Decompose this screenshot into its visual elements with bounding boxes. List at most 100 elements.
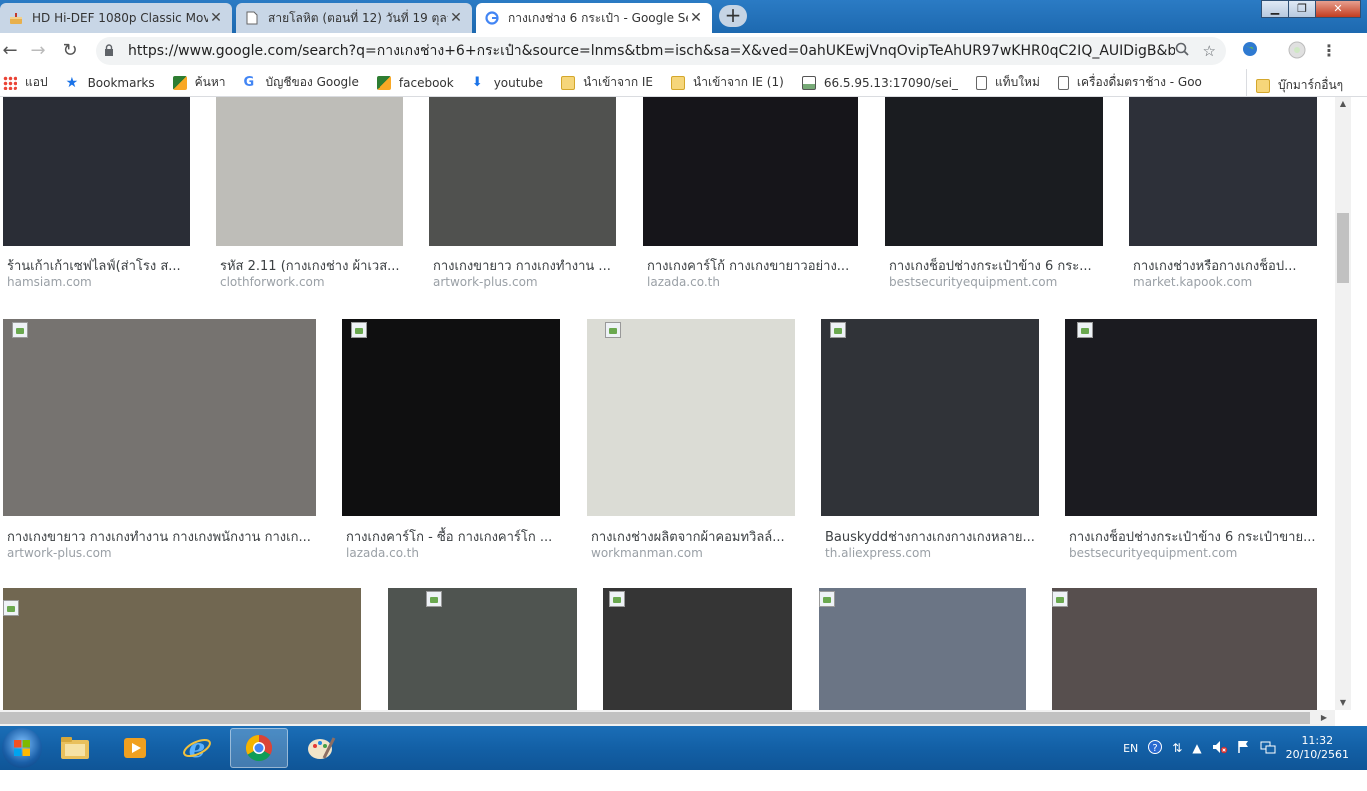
minimize-button[interactable]: ▁ xyxy=(1261,0,1289,18)
input-options-icon[interactable]: ⇅ xyxy=(1172,741,1182,755)
result-thumbnail[interactable] xyxy=(643,97,858,246)
image-result[interactable]: กางเกงคาร์โก - ซื้อ กางเกงคาร์โก ... laz… xyxy=(342,319,560,569)
result-source[interactable]: bestsecurityequipment.com xyxy=(889,275,1057,289)
volume-muted-icon[interactable] xyxy=(1212,740,1228,757)
image-result[interactable]: รหัส 2.11 (กางเกงช่าง ผ้าเวส... clothfor… xyxy=(216,97,403,297)
reload-icon[interactable]: ↻ xyxy=(60,41,80,61)
tab-sailohit[interactable]: สายโลหิต (ตอนที่ 12) วันที่ 19 ตุลาคม ✕ xyxy=(236,3,472,33)
result-thumbnail[interactable] xyxy=(1065,319,1317,516)
bookmark-bookmarks[interactable]: ★ Bookmarks xyxy=(66,76,155,90)
bookmark-facebook[interactable]: facebook xyxy=(376,75,454,90)
back-arrow-icon[interactable]: ← xyxy=(0,41,20,61)
extension-globe-icon[interactable] xyxy=(1240,41,1260,61)
language-indicator[interactable]: EN xyxy=(1123,742,1138,755)
result-source[interactable]: th.aliexpress.com xyxy=(825,546,931,560)
tab-classic-movies[interactable]: HD Hi-DEF 1080p Classic Movies ✕ xyxy=(0,3,232,33)
result-source[interactable]: market.kapook.com xyxy=(1133,275,1252,289)
image-result[interactable] xyxy=(3,588,361,710)
clock[interactable]: 11:32 20/10/2561 xyxy=(1286,734,1349,762)
taskbar-internet-explorer[interactable]: e xyxy=(168,728,226,768)
result-caption[interactable]: กางเกงช็อปช่างกระเป๋าข้าง 6 กระเป๋าขาย..… xyxy=(1069,526,1321,547)
bookmark-youtube[interactable]: ⬇ youtube xyxy=(472,75,543,90)
result-source[interactable]: artwork-plus.com xyxy=(7,546,112,560)
taskbar-media-player[interactable] xyxy=(106,728,164,768)
result-thumbnail[interactable] xyxy=(216,97,403,246)
scroll-up-arrow-icon[interactable]: ▲ xyxy=(1335,97,1351,111)
result-caption[interactable]: รหัส 2.11 (กางเกงช่าง ผ้าเวส... xyxy=(220,255,407,276)
result-caption[interactable]: กางเกงขายาว กางเกงทำงาน กางเกงพนักงาน กา… xyxy=(7,526,320,547)
result-caption[interactable]: กางเกงคาร์โก้ กางเกงขายาวอย่าง... xyxy=(647,255,862,276)
result-thumbnail[interactable] xyxy=(388,588,577,710)
image-result[interactable]: กางเกงช่างหรือกางเกงช็อป... market.kapoo… xyxy=(1129,97,1317,297)
other-bookmarks[interactable]: บุ๊กมาร์กอื่นๆ xyxy=(1256,76,1343,95)
new-tab-button[interactable]: + xyxy=(719,5,747,27)
result-source[interactable]: workmanman.com xyxy=(591,546,703,560)
result-thumbnail[interactable] xyxy=(3,319,316,516)
result-source[interactable]: lazada.co.th xyxy=(346,546,419,560)
url-text[interactable]: https://www.google.com/search?q=กางเกงช่… xyxy=(128,40,1175,62)
image-result[interactable]: กางเกงขายาว กางเกงทำงาน กางเกงพนักงาน กา… xyxy=(3,319,316,569)
scrollbar-thumb[interactable] xyxy=(0,712,1310,724)
action-center-flag-icon[interactable] xyxy=(1237,740,1250,757)
result-caption[interactable]: ร้านเก้าเก้าเซฟไลฟ์(ส่าโรง ส... xyxy=(7,255,194,276)
vertical-scrollbar[interactable]: ▲ ▼ xyxy=(1335,97,1351,710)
taskbar-paint[interactable] xyxy=(292,728,350,768)
result-source[interactable]: artwork-plus.com xyxy=(433,275,538,289)
result-caption[interactable]: กางเกงคาร์โก - ซื้อ กางเกงคาร์โก ... xyxy=(346,526,564,547)
result-caption[interactable]: กางเกงช่างหรือกางเกงช็อป... xyxy=(1133,255,1321,276)
scroll-down-arrow-icon[interactable]: ▼ xyxy=(1335,696,1351,710)
result-thumbnail[interactable] xyxy=(1052,588,1317,710)
start-button[interactable] xyxy=(2,728,42,768)
image-result[interactable]: Bauskyddช่างกางเกงกางเกงหลาย... th.aliex… xyxy=(821,319,1039,569)
result-caption[interactable]: กางเกงขายาว กางเกงทำงาน ... xyxy=(433,255,620,276)
image-result[interactable]: กางเกงคาร์โก้ กางเกงขายาวอย่าง... lazada… xyxy=(643,97,858,297)
address-bar[interactable]: https://www.google.com/search?q=กางเกงช่… xyxy=(96,37,1226,65)
image-result[interactable] xyxy=(1052,588,1317,710)
result-thumbnail[interactable] xyxy=(819,588,1026,710)
star-icon[interactable]: ☆ xyxy=(1203,42,1216,60)
image-result[interactable] xyxy=(388,588,577,710)
tab-google-search[interactable]: กางเกงช่าง 6 กระเป๋า - Google Search ✕ xyxy=(476,3,712,33)
horizontal-scrollbar[interactable]: ▶ xyxy=(0,710,1335,726)
image-result[interactable]: กางเกงขายาว กางเกงทำงาน ... artwork-plus… xyxy=(429,97,616,297)
bookmark-search[interactable]: ค้นหา xyxy=(172,73,226,92)
taskbar-explorer[interactable] xyxy=(46,728,104,768)
help-icon[interactable]: ? xyxy=(1148,739,1163,757)
bookmark-apps[interactable]: แอป xyxy=(3,73,48,92)
scroll-right-arrow-icon[interactable]: ▶ xyxy=(1317,710,1331,726)
forward-arrow-icon[interactable]: → xyxy=(28,41,48,61)
menu-kebab-icon[interactable]: ⋮ xyxy=(1319,41,1339,61)
image-result[interactable]: ร้านเก้าเก้าเซฟไลฟ์(ส่าโรง ส... hamsiam.… xyxy=(3,97,190,297)
bookmark-chang-beverage[interactable]: เครื่องดื่มตราช้าง - Goo xyxy=(1057,73,1202,92)
result-source[interactable]: lazada.co.th xyxy=(647,275,720,289)
result-thumbnail[interactable] xyxy=(821,319,1039,516)
image-result[interactable] xyxy=(819,588,1026,710)
result-thumbnail[interactable] xyxy=(3,588,361,710)
bookmark-ip-address[interactable]: 66.5.95.13:17090/sei_ xyxy=(801,75,958,90)
image-result[interactable]: กางเกงช็อปช่างกระเป๋าข้าง 6 กระ... bests… xyxy=(885,97,1103,297)
result-thumbnail[interactable] xyxy=(3,97,190,246)
bookmark-google-account[interactable]: G บัญชีของ Google xyxy=(244,73,359,92)
result-thumbnail[interactable] xyxy=(587,319,795,516)
bookmark-new-tab[interactable]: แท็บใหม่ xyxy=(975,73,1040,92)
result-source[interactable]: hamsiam.com xyxy=(7,275,92,289)
result-caption[interactable]: กางเกงช่างผลิตจากผ้าคอมทวิลล์... xyxy=(591,526,799,547)
image-result[interactable] xyxy=(603,588,792,710)
bookmark-folder-ie-1[interactable]: นำเข้าจาก IE (1) xyxy=(671,73,784,92)
maximize-button[interactable]: ❐ xyxy=(1288,0,1316,18)
network-icon[interactable] xyxy=(1260,740,1276,757)
result-thumbnail[interactable] xyxy=(1129,97,1317,246)
bookmark-folder-ie[interactable]: นำเข้าจาก IE xyxy=(561,73,653,92)
profile-avatar[interactable] xyxy=(1287,41,1307,61)
taskbar-chrome[interactable] xyxy=(230,728,288,768)
close-window-button[interactable]: ✕ xyxy=(1315,0,1361,18)
result-thumbnail[interactable] xyxy=(885,97,1103,246)
result-caption[interactable]: กางเกงช็อปช่างกระเป๋าข้าง 6 กระ... xyxy=(889,255,1107,276)
result-caption[interactable]: Bauskyddช่างกางเกงกางเกงหลาย... xyxy=(825,526,1043,547)
close-tab-icon[interactable]: ✕ xyxy=(448,10,464,26)
result-thumbnail[interactable] xyxy=(429,97,616,246)
result-thumbnail[interactable] xyxy=(342,319,560,516)
show-hidden-icons-chevron-icon[interactable]: ▲ xyxy=(1192,741,1201,755)
image-result[interactable]: กางเกงช็อปช่างกระเป๋าข้าง 6 กระเป๋าขาย..… xyxy=(1065,319,1317,569)
scrollbar-thumb[interactable] xyxy=(1337,213,1349,283)
